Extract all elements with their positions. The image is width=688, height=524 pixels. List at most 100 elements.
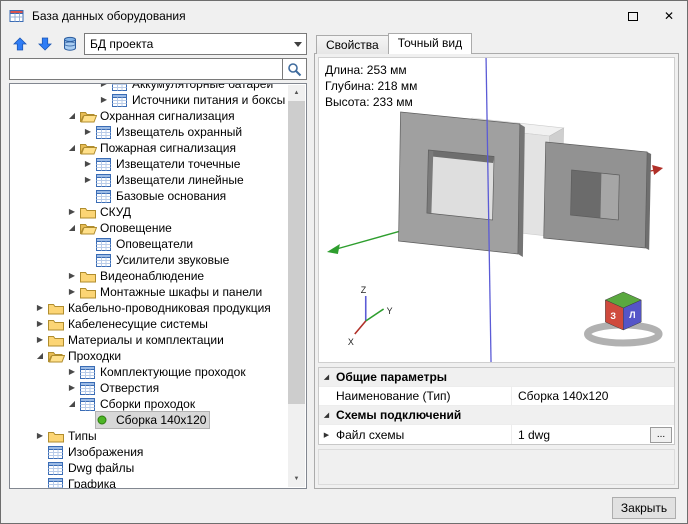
property-description-box <box>318 449 675 485</box>
tree-expander-icon[interactable]: ▶ <box>32 300 48 316</box>
tree-item-label: Видеонаблюдение <box>98 269 204 283</box>
tree-item[interactable]: Усилители звуковые <box>11 252 288 268</box>
property-value-cell[interactable]: Сборка 140x120 <box>512 387 674 405</box>
property-row[interactable]: ▶Файл схемы1 dwg... <box>319 425 674 444</box>
tree-item[interactable]: Базовые основания <box>11 188 288 204</box>
equipment-database-window: База данных оборудования ✕ <box>0 0 688 524</box>
scrollbar-thumb[interactable] <box>288 101 305 404</box>
tree-item-label: Извещатели линейные <box>114 173 244 187</box>
tree-expander-icon[interactable]: ▶ <box>32 332 48 348</box>
database-select[interactable]: БД проекта <box>84 33 307 55</box>
tree-item-label: СКУД <box>98 205 131 219</box>
maximize-icon <box>628 12 638 21</box>
database-icon <box>62 36 78 52</box>
tree-item[interactable]: Изображения <box>11 444 288 460</box>
scroll-down-icon[interactable]: ▼ <box>288 471 305 487</box>
tree-item[interactable]: ▶Отверстия <box>11 380 288 396</box>
tree-item[interactable]: ▶Кабеленесущие системы <box>11 316 288 332</box>
tree-expander-icon[interactable]: ▶ <box>80 172 96 188</box>
3d-viewport[interactable]: Длина: 253 ммГлубина: 218 ммВысота: 233 … <box>318 57 675 363</box>
tree-item-label: Базовые основания <box>114 189 226 203</box>
tree-expander-icon[interactable]: ▶ <box>32 428 48 444</box>
tree-expander-icon[interactable]: ◢ <box>64 396 80 412</box>
close-dialog-button[interactable]: Закрыть <box>612 497 676 519</box>
search-input[interactable] <box>9 58 282 80</box>
z-axis-label: Z <box>361 285 367 295</box>
tree-item-label: Охранная сигнализация <box>98 109 235 123</box>
tree-expander-icon[interactable]: ▶ <box>64 364 80 380</box>
dimensions-block: Длина: 253 ммГлубина: 218 ммВысота: 233 … <box>325 62 417 110</box>
close-button[interactable]: ✕ <box>651 1 687 31</box>
folder-icon <box>48 302 66 315</box>
tree-expander-icon[interactable]: ◢ <box>64 220 80 236</box>
tree-item-label: Извещатель охранный <box>114 125 242 139</box>
tree-expander-icon[interactable]: ▶ <box>80 156 96 172</box>
tree-expander-icon[interactable]: ▶ <box>96 83 112 92</box>
tree-expander-icon[interactable]: ▶ <box>96 92 112 108</box>
cube-face-letter-right: Л <box>629 310 635 320</box>
property-row[interactable]: Наименование (Тип)Сборка 140x120 <box>319 387 674 406</box>
table-icon <box>96 238 114 251</box>
tab-properties[interactable]: Свойства <box>316 35 389 54</box>
property-group-row[interactable]: ◢Общие параметры <box>319 368 674 387</box>
folder-icon <box>80 206 98 219</box>
group-collapse-icon[interactable]: ◢ <box>319 373 334 381</box>
scroll-up-icon[interactable]: ▲ <box>288 85 305 101</box>
cube-face-letter-left: З <box>610 311 616 321</box>
tree-expander-icon[interactable]: ◢ <box>32 348 48 364</box>
tree-item[interactable]: ◢ Охранная сигнализация <box>11 108 288 124</box>
tree-item[interactable]: ▶ Материалы и комплектации <box>11 332 288 348</box>
tree-item[interactable]: ▶Типы <box>11 428 288 444</box>
titlebar[interactable]: База данных оборудования ✕ <box>1 1 687 31</box>
nav-down-button[interactable] <box>34 33 56 55</box>
tree-expander-icon[interactable]: ▶ <box>64 380 80 396</box>
tree-item[interactable]: ◢ Пожарная сигнализация <box>11 140 288 156</box>
tree-item[interactable]: ▶Монтажные шкафы и панели <box>11 284 288 300</box>
tab-exact-view[interactable]: Точный вид <box>388 33 472 54</box>
row-expander-icon[interactable]: ▶ <box>319 431 334 439</box>
tree-item-label: Извещатели точечные <box>114 157 240 171</box>
property-value-cell[interactable]: 1 dwg... <box>512 425 674 444</box>
tree-item[interactable]: Сборка 140x120 <box>11 412 288 428</box>
table-icon <box>80 398 98 411</box>
nav-up-button[interactable] <box>9 33 31 55</box>
tree-item[interactable]: ◢Проходки <box>11 348 288 364</box>
tree-expander-icon[interactable]: ▶ <box>64 204 80 220</box>
tree-item[interactable]: ▶ СКУД <box>11 204 288 220</box>
tree-item[interactable]: ▶Кабельно-проводниковая продукция <box>11 300 288 316</box>
tree-item[interactable]: ◢Оповещение <box>11 220 288 236</box>
tree-item-label: Пожарная сигнализация <box>98 141 236 155</box>
tree-item[interactable]: ▶ Извещатели линейные <box>11 172 288 188</box>
tree-expander-icon[interactable]: ▶ <box>32 316 48 332</box>
database-source-button[interactable] <box>59 33 81 55</box>
search-button[interactable] <box>282 58 307 80</box>
view-cube[interactable]: З Л <box>587 292 659 343</box>
tree-expander-icon[interactable]: ▶ <box>64 284 80 300</box>
tree-item[interactable]: ▶Аккумуляторные батареи <box>11 83 288 92</box>
tree-item[interactable]: Графика <box>11 476 288 489</box>
scroll-track[interactable] <box>288 101 305 471</box>
table-icon <box>112 94 130 107</box>
maximize-button[interactable] <box>615 1 651 31</box>
tree-item[interactable]: ▶ Видеонаблюдение <box>11 268 288 284</box>
tree-item[interactable]: ▶ Извещатель охранный <box>11 124 288 140</box>
group-collapse-icon[interactable]: ◢ <box>319 411 334 419</box>
tree-item[interactable]: Dwg файлы <box>11 460 288 476</box>
tree-expander-icon[interactable]: ▶ <box>64 268 80 284</box>
tree-item[interactable]: ◢Сборки проходок <box>11 396 288 412</box>
tree-scrollbar[interactable]: ▲ ▼ <box>288 85 305 487</box>
chevron-down-icon[interactable] <box>289 34 306 54</box>
tree-item-label: Материалы и комплектации <box>66 333 224 347</box>
browse-button[interactable]: ... <box>650 427 672 443</box>
tree-expander-icon[interactable]: ◢ <box>64 108 80 124</box>
folder-icon <box>48 430 66 443</box>
tree-item[interactable]: Оповещатели <box>11 236 288 252</box>
tree-item[interactable]: ▶Источники питания и боксы <box>11 92 288 108</box>
property-group-row[interactable]: ◢Схемы подключений <box>319 406 674 425</box>
tree-expander-icon[interactable]: ▶ <box>80 124 96 140</box>
tree-item[interactable]: ▶ Комплектующие проходок <box>11 364 288 380</box>
tree-item[interactable]: ▶ Извещатели точечные <box>11 156 288 172</box>
folder-open-icon <box>80 110 98 123</box>
tree-item-label: Комплектующие проходок <box>98 365 246 379</box>
tree-expander-icon[interactable]: ◢ <box>64 140 80 156</box>
